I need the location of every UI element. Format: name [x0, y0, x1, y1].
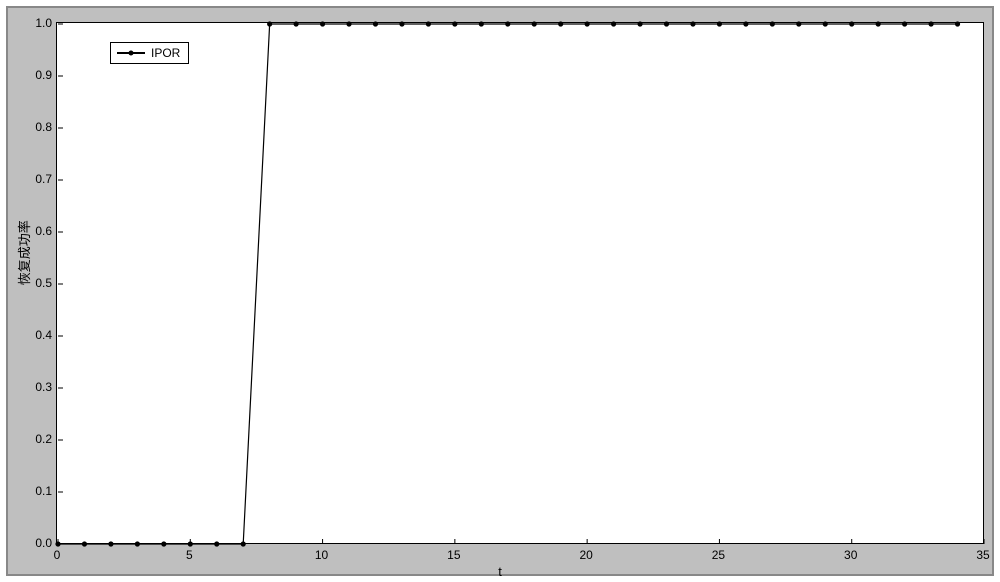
y-tick-label: 0.8 [28, 120, 52, 134]
data-point [426, 21, 431, 26]
data-point [717, 21, 722, 26]
y-tick-label: 0.0 [28, 536, 52, 550]
x-tick-label: 20 [579, 548, 592, 562]
data-point [294, 21, 299, 26]
y-tick-label: 0.7 [28, 172, 52, 186]
data-point [743, 21, 748, 26]
plot-area: IPOR [56, 22, 984, 544]
x-tick-label: 30 [844, 548, 857, 562]
data-point [849, 21, 854, 26]
data-point [823, 21, 828, 26]
x-tick-label: 5 [186, 548, 193, 562]
data-point [690, 21, 695, 26]
data-point [532, 21, 537, 26]
x-tick-label: 35 [976, 548, 989, 562]
data-point [320, 21, 325, 26]
data-point [346, 21, 351, 26]
data-point [876, 21, 881, 26]
series-line [58, 24, 958, 544]
y-tick-label: 0.1 [28, 484, 52, 498]
data-point [373, 21, 378, 26]
data-point [452, 21, 457, 26]
y-axis-label: 恢复成功率 [14, 220, 33, 285]
data-point [928, 21, 933, 26]
data-point [611, 21, 616, 26]
x-axis-label: t [498, 564, 502, 579]
y-tick-label: 1.0 [28, 16, 52, 30]
data-point [902, 21, 907, 26]
data-point [664, 21, 669, 26]
data-point [161, 541, 166, 546]
data-point [479, 21, 484, 26]
x-tick-label: 0 [54, 548, 61, 562]
figure-frame: IPOR 05101520253035 0.00.10.20.30.40.50.… [6, 6, 994, 576]
data-point [505, 21, 510, 26]
data-point [108, 541, 113, 546]
y-tick-label: 0.4 [28, 328, 52, 342]
data-point [796, 21, 801, 26]
legend-label: IPOR [151, 46, 180, 60]
data-point [637, 21, 642, 26]
data-point [770, 21, 775, 26]
y-tick-label: 0.3 [28, 380, 52, 394]
x-tick-label: 15 [447, 548, 460, 562]
legend-marker [117, 52, 145, 54]
y-tick-label: 0.2 [28, 432, 52, 446]
data-point [955, 21, 960, 26]
data-point [399, 21, 404, 26]
x-tick-label: 10 [315, 548, 328, 562]
data-point [585, 21, 590, 26]
data-point [241, 541, 246, 546]
data-point [558, 21, 563, 26]
data-point [82, 541, 87, 546]
line-chart-svg [57, 23, 983, 543]
y-tick-label: 0.9 [28, 68, 52, 82]
legend: IPOR [110, 42, 189, 64]
x-tick-label: 25 [712, 548, 725, 562]
data-point [214, 541, 219, 546]
data-point [135, 541, 140, 546]
data-point [267, 21, 272, 26]
